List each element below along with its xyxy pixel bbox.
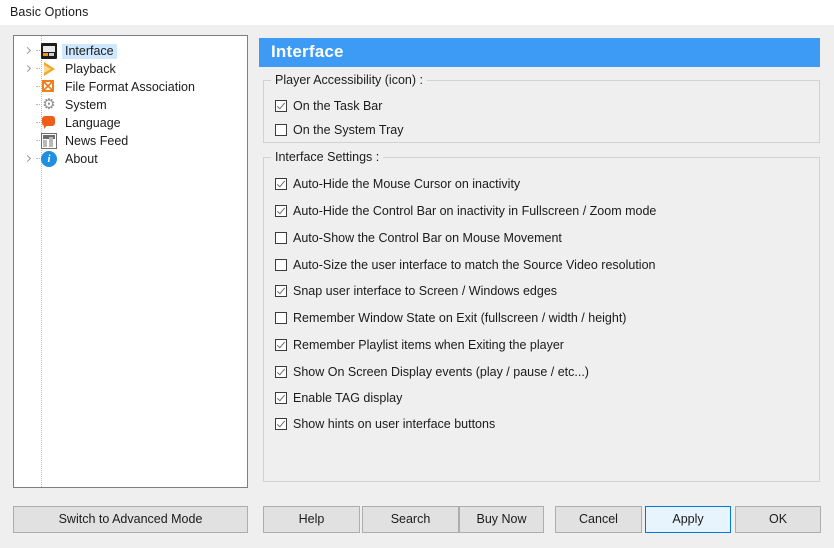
ok-button[interactable]: OK [735, 506, 821, 533]
sidebar-item-label: About [65, 151, 98, 166]
pane-header: Interface [259, 38, 820, 67]
apply-button[interactable]: Apply [645, 506, 731, 533]
chevron-right-icon[interactable] [22, 60, 35, 78]
checkbox-row-snap-user-interface[interactable]: Snap user interface to Screen / Windows … [275, 283, 557, 299]
checkbox-row-remember-playlist-items[interactable]: Remember Playlist items when Exiting the… [275, 337, 564, 353]
group-legend: Player Accessibility (icon) : [271, 73, 427, 87]
sidebar-item-label: Interface [62, 43, 117, 59]
checkbox-on-the-system-tray[interactable] [275, 124, 287, 136]
cancel-button[interactable]: Cancel [555, 506, 642, 533]
sidebar-item-label: System [65, 97, 107, 112]
checkbox-auto-size-user-interface[interactable] [275, 259, 287, 271]
checkbox-label: Show On Screen Display events (play / pa… [293, 365, 589, 379]
checkbox-label: Auto-Hide the Mouse Cursor on inactivity [293, 177, 521, 191]
sidebar-item-interface[interactable]: Interface [14, 42, 247, 60]
help-button[interactable]: Help [263, 506, 360, 533]
checkbox-label: Remember Window State on Exit (fullscree… [293, 311, 627, 325]
checkbox-show-hints[interactable] [275, 418, 287, 430]
sidebar-item-about[interactable]: i About [14, 150, 247, 168]
group-interface-settings: Interface Settings : Auto-Hide the Mouse… [263, 150, 820, 482]
group-player-accessibility: Player Accessibility (icon) : On the Tas… [263, 73, 820, 143]
file-format-icon [41, 79, 57, 95]
checkbox-row-show-hints[interactable]: Show hints on user interface buttons [275, 416, 495, 432]
page-title: Interface [271, 42, 344, 61]
checkbox-label: Enable TAG display [293, 391, 403, 405]
film-strip-icon [41, 43, 57, 59]
sidebar-item-news-feed[interactable]: News Feed [14, 132, 247, 150]
speech-bubble-icon [41, 115, 57, 131]
checkbox-label: Show hints on user interface buttons [293, 417, 496, 431]
window-title-bar: Basic Options [0, 0, 834, 25]
checkbox-auto-hide-control-bar[interactable] [275, 205, 287, 217]
sidebar-item-label: News Feed [65, 133, 129, 148]
checkbox-label: Auto-Hide the Control Bar on inactivity … [293, 204, 657, 218]
sidebar-item-system[interactable]: ⚙ System [14, 96, 247, 114]
sidebar-item-file-format-association[interactable]: File Format Association [14, 78, 247, 96]
checkbox-row-auto-hide-control-bar[interactable]: Auto-Hide the Control Bar on inactivity … [275, 203, 656, 219]
sidebar-item-label: File Format Association [65, 79, 195, 94]
checkbox-label: On the System Tray [293, 123, 404, 137]
group-legend: Interface Settings : [271, 150, 384, 164]
checkbox-row-remember-window-state[interactable]: Remember Window State on Exit (fullscree… [275, 310, 626, 326]
switch-to-advanced-mode-button[interactable]: Switch to Advanced Mode [13, 506, 248, 533]
sidebar-item-playback[interactable]: Playback [14, 60, 247, 78]
play-triangle-icon [41, 61, 57, 77]
checkbox-snap-user-interface[interactable] [275, 285, 287, 297]
checkbox-remember-window-state[interactable] [275, 312, 287, 324]
checkbox-remember-playlist-items[interactable] [275, 339, 287, 351]
news-icon [41, 133, 57, 149]
checkbox-show-on-screen-display[interactable] [275, 366, 287, 378]
chevron-right-icon[interactable] [22, 150, 35, 168]
sidebar-item-language[interactable]: Language [14, 114, 247, 132]
checkbox-auto-show-control-bar[interactable] [275, 232, 287, 244]
gear-icon: ⚙ [42, 96, 56, 113]
settings-category-tree[interactable]: Interface Playback File Format Associati… [13, 35, 248, 488]
checkbox-row-auto-hide-mouse-cursor[interactable]: Auto-Hide the Mouse Cursor on inactivity [275, 176, 520, 192]
checkbox-label: Remember Playlist items when Exiting the… [293, 338, 564, 352]
checkbox-label: Auto-Size the user interface to match th… [293, 258, 656, 272]
checkbox-label: Auto-Show the Control Bar on Mouse Movem… [293, 231, 562, 245]
checkbox-row-auto-show-control-bar[interactable]: Auto-Show the Control Bar on Mouse Movem… [275, 230, 562, 246]
checkbox-label: On the Task Bar [293, 99, 383, 113]
checkbox-row-show-on-screen-display[interactable]: Show On Screen Display events (play / pa… [275, 364, 589, 380]
sidebar-item-label: Language [65, 115, 121, 130]
sidebar-item-label: Playback [65, 61, 116, 76]
search-button[interactable]: Search [362, 506, 459, 533]
checkbox-row-auto-size-user-interface[interactable]: Auto-Size the user interface to match th… [275, 257, 655, 273]
checkbox-row-on-the-task-bar[interactable]: On the Task Bar [275, 98, 382, 114]
checkbox-auto-hide-mouse-cursor[interactable] [275, 178, 287, 190]
info-icon: i [41, 151, 57, 167]
checkbox-row-on-the-system-tray[interactable]: On the System Tray [275, 122, 403, 138]
chevron-right-icon[interactable] [22, 42, 35, 60]
checkbox-on-the-task-bar[interactable] [275, 100, 287, 112]
checkbox-label: Snap user interface to Screen / Windows … [293, 284, 558, 298]
buy-now-button[interactable]: Buy Now [459, 506, 544, 533]
checkbox-enable-tag-display[interactable] [275, 392, 287, 404]
checkbox-row-enable-tag-display[interactable]: Enable TAG display [275, 390, 402, 406]
window-title: Basic Options [10, 5, 89, 19]
